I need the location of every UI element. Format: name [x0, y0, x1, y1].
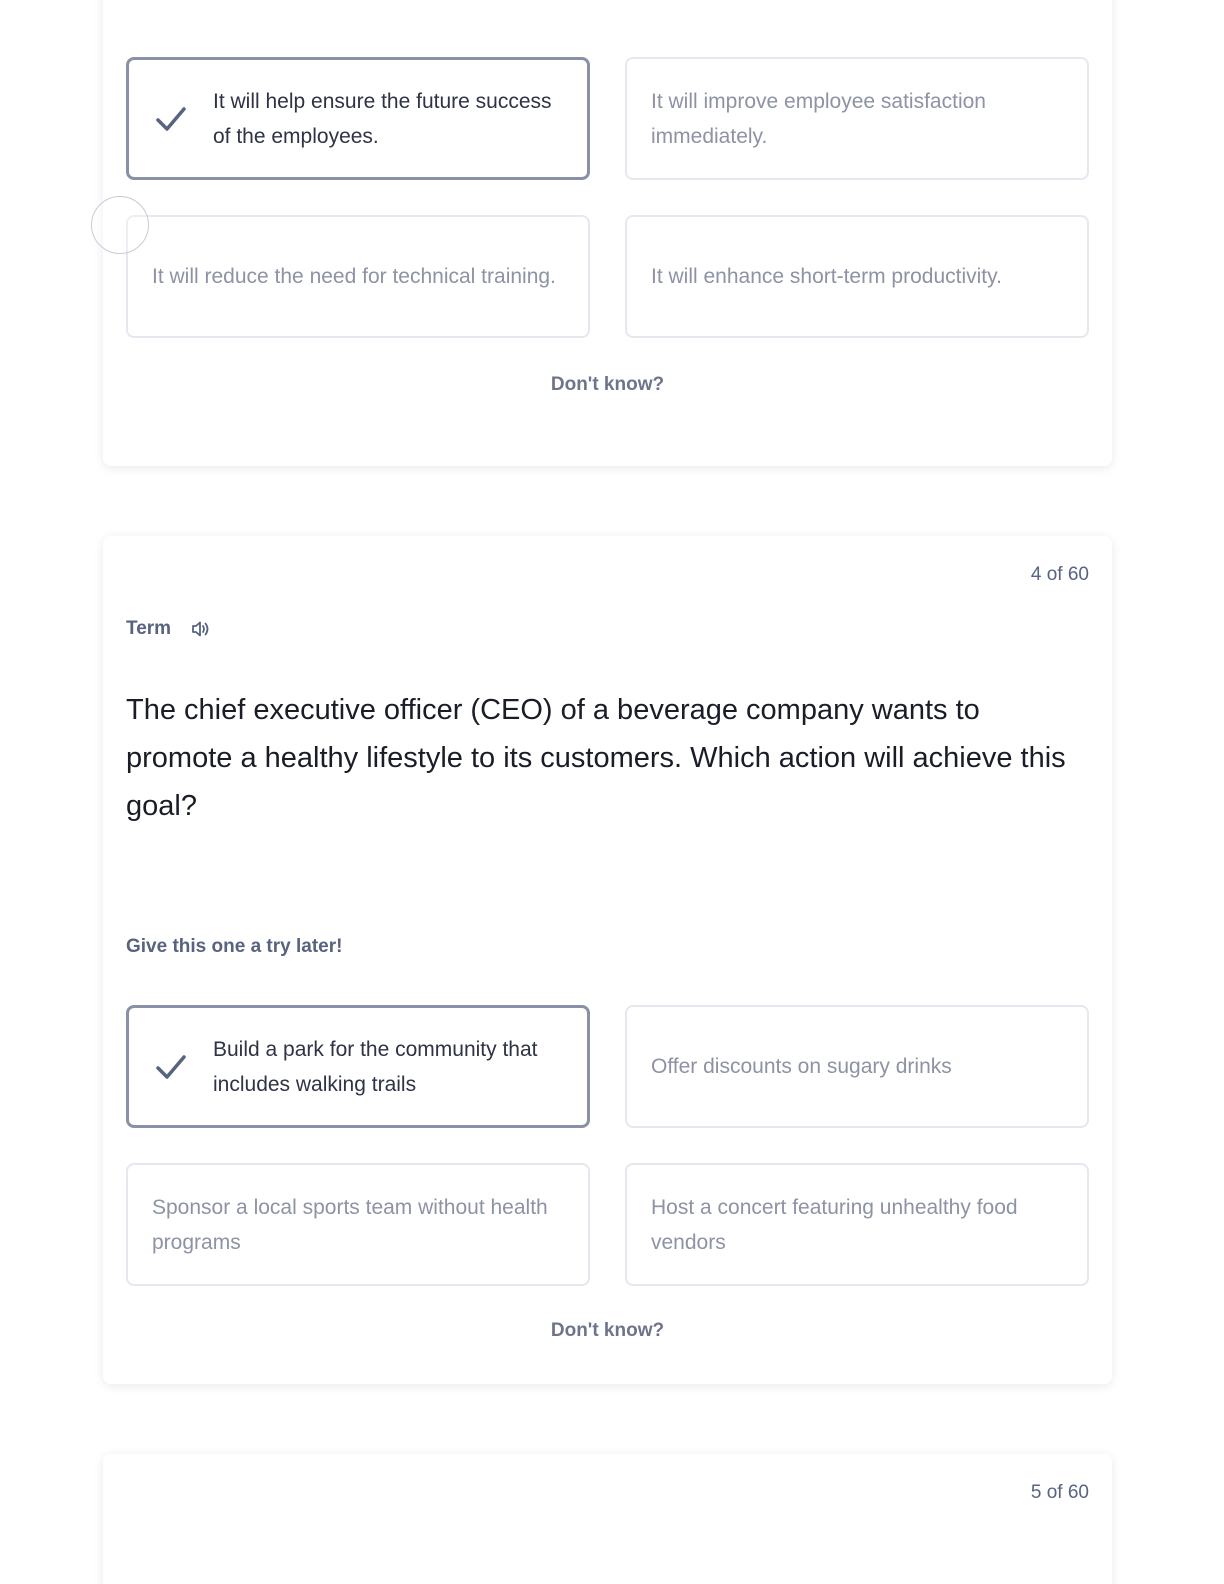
answer-option[interactable]: It will reduce the need for technical tr…	[126, 215, 590, 338]
check-icon	[153, 1049, 189, 1085]
answer-option-text: Host a concert featuring unhealthy food …	[651, 1195, 1018, 1254]
answer-option[interactable]: It will enhance short-term productivity.	[625, 215, 1089, 338]
answer-option[interactable]: Host a concert featuring unhealthy food …	[625, 1163, 1089, 1286]
feedback-message: Give this one a try later!	[126, 936, 343, 957]
answer-option-text: It will enhance short-term productivity.	[651, 265, 1002, 288]
speaker-icon[interactable]	[191, 618, 213, 640]
answer-option-text: Offer discounts on sugary drinks	[651, 1055, 952, 1078]
check-icon	[153, 101, 189, 137]
question-counter: 4 of 60	[1030, 564, 1089, 585]
answer-option-text: It will help ensure the future success o…	[213, 89, 552, 148]
term-header: Term	[126, 618, 213, 640]
answer-option-text: It will reduce the need for technical tr…	[152, 265, 556, 288]
dont-know-button[interactable]: Don't know?	[103, 1320, 1112, 1342]
question-card-5: 5 of 60	[103, 1454, 1112, 1584]
answer-options: Build a park for the community that incl…	[126, 1005, 1089, 1286]
answer-option-text: Sponsor a local sports team without heal…	[152, 1195, 548, 1254]
question-card-4: 4 of 60 Term The chief executive officer…	[103, 536, 1112, 1384]
cursor-indicator	[91, 196, 149, 254]
answer-option[interactable]: Offer discounts on sugary drinks	[625, 1005, 1089, 1128]
answer-option[interactable]: Sponsor a local sports team without heal…	[126, 1163, 590, 1286]
study-page: It will help ensure the future success o…	[0, 0, 1224, 1584]
answer-options: It will help ensure the future success o…	[126, 57, 1089, 338]
answer-option-text: It will improve employee satisfaction im…	[651, 89, 986, 148]
answer-option[interactable]: It will improve employee satisfaction im…	[625, 57, 1089, 180]
answer-option[interactable]: Build a park for the community that incl…	[126, 1005, 590, 1128]
dont-know-button[interactable]: Don't know?	[103, 374, 1112, 396]
question-card-3: It will help ensure the future success o…	[103, 0, 1112, 466]
question-prompt: The chief executive officer (CEO) of a b…	[126, 694, 1066, 822]
answer-option-text: Build a park for the community that incl…	[213, 1037, 538, 1096]
answer-option[interactable]: It will help ensure the future success o…	[126, 57, 590, 180]
term-label: Term	[126, 618, 172, 639]
question-counter: 5 of 60	[1030, 1482, 1089, 1503]
